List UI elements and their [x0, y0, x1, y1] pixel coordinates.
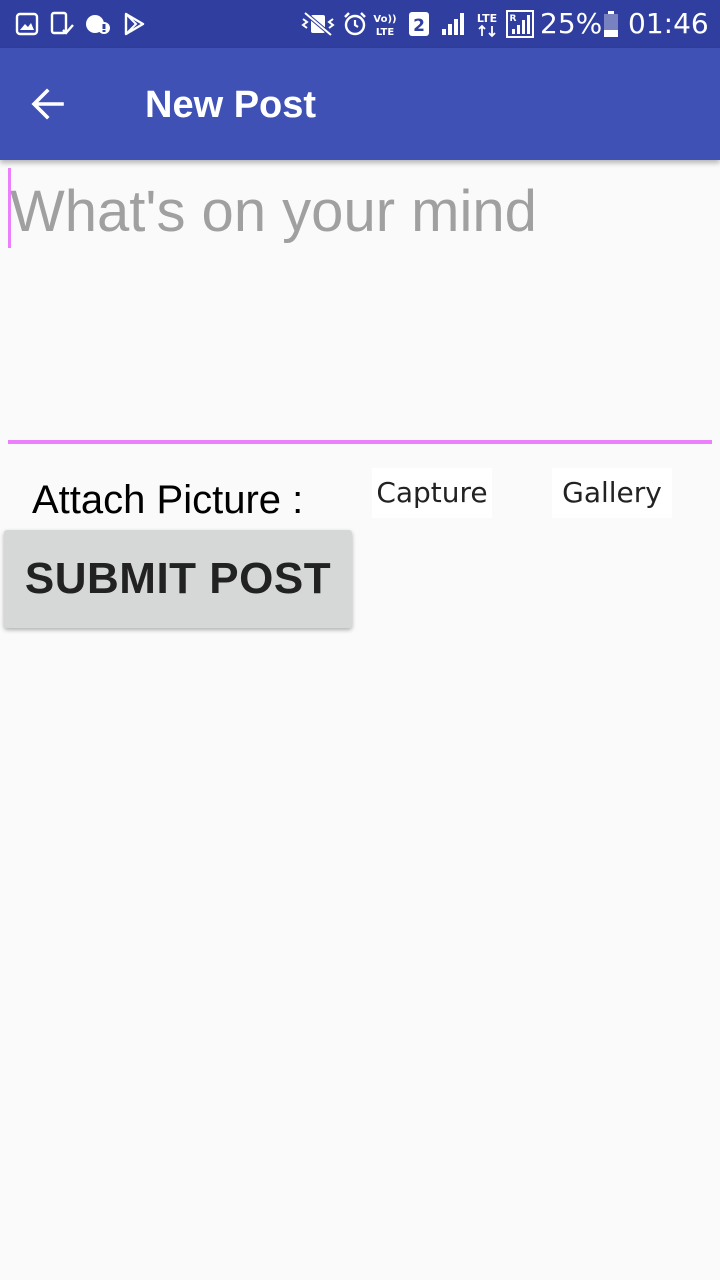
submit-post-button[interactable]: SUBMIT POST [4, 530, 352, 628]
input-underline [8, 440, 712, 444]
alarm-icon [342, 10, 368, 38]
arrow-left-icon [30, 86, 66, 122]
page-title: New Post [145, 84, 317, 126]
device-check-notification-icon [48, 10, 76, 38]
clock: 01:46 [628, 7, 709, 40]
volte-icon: Vo)) LTE [372, 10, 398, 38]
svg-text:R: R [510, 14, 517, 24]
gallery-notification-icon [14, 10, 40, 38]
text-cursor [8, 168, 11, 248]
signal-strength-icon [440, 10, 466, 38]
svg-text:LTE: LTE [376, 27, 395, 38]
app-bar: New Post [0, 48, 720, 160]
back-button[interactable] [18, 74, 78, 134]
capture-button[interactable]: Capture [372, 468, 492, 518]
battery-percent: 25% [540, 7, 603, 40]
svg-text:LTE: LTE [477, 12, 497, 25]
lte-data-icon: LTE [474, 10, 500, 38]
sim-slot-icon: 2 [408, 10, 430, 38]
attach-picture-label: Attach Picture : [32, 478, 304, 522]
post-text-input[interactable] [10, 168, 710, 446]
play-store-notification-icon [120, 10, 148, 38]
cloud-alert-notification-icon [84, 10, 112, 38]
svg-text:Vo)): Vo)) [373, 14, 396, 25]
gallery-button[interactable]: Gallery [552, 468, 672, 518]
vibrate-mute-icon [298, 10, 338, 38]
battery-icon [603, 10, 619, 38]
post-input-container [8, 168, 712, 446]
svg-text:2: 2 [413, 16, 425, 36]
roaming-signal-icon: R [506, 10, 534, 38]
status-bar: Vo)) LTE 2 LTE R 25% 01:46 [0, 0, 720, 48]
